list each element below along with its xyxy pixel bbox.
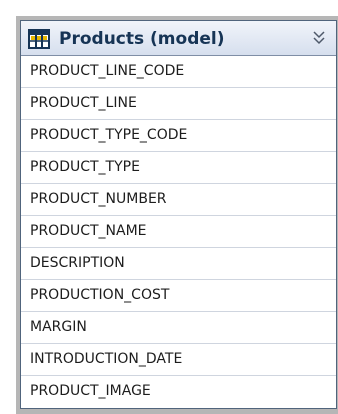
field-row[interactable]: PRODUCT_LINE: [21, 88, 336, 120]
field-row[interactable]: PRODUCT_TYPE_CODE: [21, 120, 336, 152]
field-row[interactable]: PRODUCT_NAME: [21, 216, 336, 248]
field-list: PRODUCT_LINE_CODE PRODUCT_LINE PRODUCT_T…: [21, 56, 336, 408]
model-table-card[interactable]: Products (model) PRODUCT_LINE_CODE PRODU…: [20, 20, 337, 409]
table-icon: [28, 29, 50, 49]
table-header[interactable]: Products (model): [21, 21, 336, 56]
field-row[interactable]: PRODUCT_NUMBER: [21, 184, 336, 216]
double-chevron-down-icon[interactable]: [312, 29, 326, 47]
field-row[interactable]: PRODUCT_IMAGE: [21, 376, 336, 408]
field-row[interactable]: PRODUCTION_COST: [21, 280, 336, 312]
field-row[interactable]: PRODUCT_LINE_CODE: [21, 56, 336, 88]
field-row[interactable]: MARGIN: [21, 312, 336, 344]
field-row[interactable]: INTRODUCTION_DATE: [21, 344, 336, 376]
field-row[interactable]: PRODUCT_TYPE: [21, 152, 336, 184]
table-title: Products (model): [59, 29, 225, 49]
field-row[interactable]: DESCRIPTION: [21, 248, 336, 280]
